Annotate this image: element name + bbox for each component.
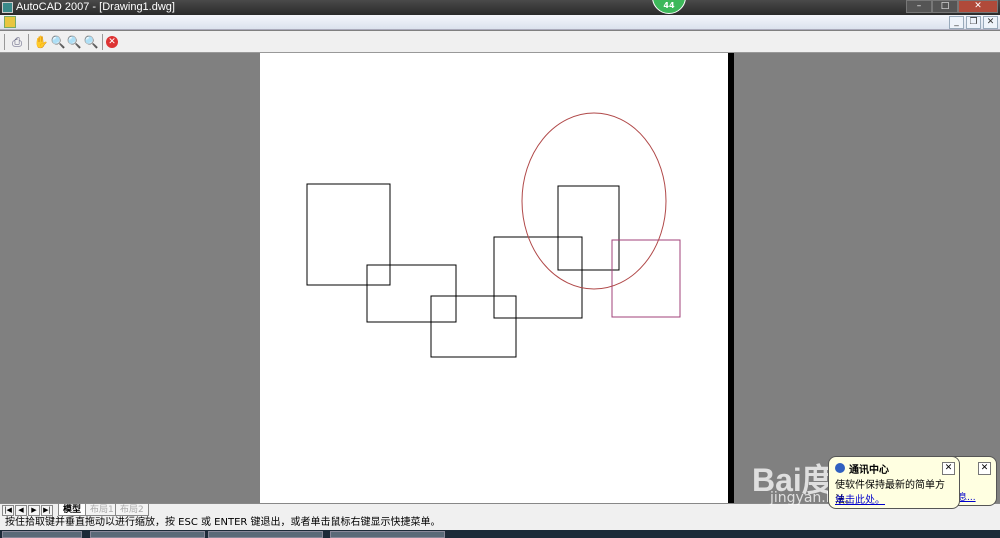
close-icon[interactable]: ✕ — [942, 462, 955, 475]
tab-layout1[interactable]: 布局1 — [85, 504, 119, 516]
taskbar-item[interactable] — [90, 531, 205, 538]
rectangle — [430, 295, 517, 358]
taskbar — [0, 530, 1000, 538]
taskbar-item[interactable] — [208, 531, 323, 538]
rectangle — [493, 236, 583, 319]
rectangle — [557, 185, 620, 271]
purple-rectangle — [611, 239, 681, 318]
balloon-title: 通讯中心 — [849, 465, 889, 476]
taskbar-item[interactable] — [2, 531, 82, 538]
balloon-link[interactable]: 单击此处。 — [835, 491, 885, 506]
taskbar-item[interactable] — [330, 531, 445, 538]
rectangle — [306, 183, 391, 286]
balloon-back-link[interactable]: 息... — [958, 490, 976, 503]
tab-model[interactable]: 模型 — [58, 504, 87, 516]
status-bar: 按住拾取键并垂直拖动以进行缩放，按 ESC 或 ENTER 键退出，或者单击鼠标… — [0, 516, 1000, 530]
first-tab-button[interactable]: |◀ — [2, 505, 14, 516]
communication-center-icon — [835, 463, 845, 473]
last-tab-button[interactable]: ▶| — [41, 505, 53, 516]
close-icon[interactable]: ✕ — [978, 462, 991, 475]
notification-balloon: 通讯中心 ✕ 使软件保持最新的简单方法。 单击此处。 — [828, 456, 960, 509]
next-tab-button[interactable]: ▶ — [28, 505, 40, 516]
tab-layout2[interactable]: 布局2 — [115, 504, 149, 516]
ellipse — [521, 112, 667, 290]
prev-tab-button[interactable]: ◀ — [15, 505, 27, 516]
rectangle — [366, 264, 457, 323]
